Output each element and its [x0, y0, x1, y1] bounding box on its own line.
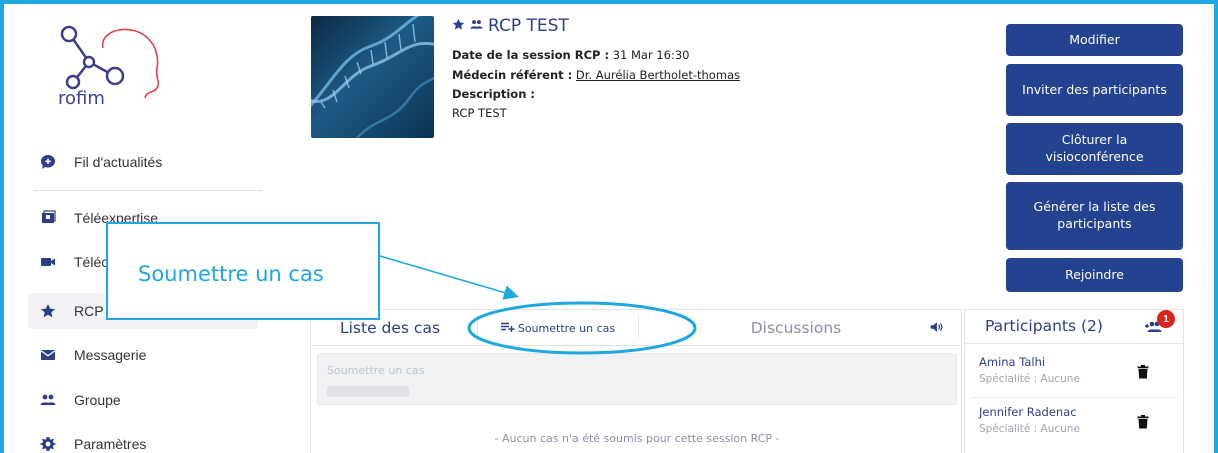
- notification-badge: 1: [1157, 310, 1175, 328]
- list-plus-icon: [500, 321, 515, 335]
- chat-plus-icon: [40, 154, 56, 170]
- participants-title: Participants (2): [985, 317, 1103, 335]
- sidebar-item-label: Paramètres: [74, 436, 147, 452]
- sidebar-item-label: Fil d'actualités: [74, 154, 163, 170]
- submit-case-placeholder: Soumettre un cas: [327, 364, 425, 377]
- trash-icon[interactable]: [1137, 365, 1149, 379]
- session-date-value: 31 Mar 16:30: [612, 48, 690, 62]
- participant-divider: [971, 397, 1179, 398]
- participants-panel: Participants (2) 1 Amina Talhi Spécialit…: [964, 309, 1184, 453]
- tutorial-callout: Soumettre un cas: [106, 222, 380, 320]
- session-date: Date de la session RCP : 31 Mar 16:30: [452, 48, 690, 62]
- generate-participants-list-button[interactable]: Générer la liste des participants: [1006, 182, 1183, 250]
- placeholder-bar: [327, 386, 409, 397]
- sidebar-divider: [34, 190, 262, 191]
- star-icon: [40, 303, 56, 319]
- invite-participants-button[interactable]: Inviter des participants: [1006, 64, 1183, 116]
- submit-case-label: Soumettre un cas: [517, 321, 616, 335]
- tab-discussions[interactable]: Discussions: [691, 310, 901, 346]
- session-doctor-label: Médecin référent :: [452, 68, 573, 82]
- sidebar-item-messagerie[interactable]: Messagerie: [28, 337, 258, 373]
- close-visio-button[interactable]: Clôturer la visioconférence: [1006, 123, 1183, 175]
- empty-cases-message: - Aucun cas n'a été soumis pour cette se…: [494, 432, 780, 445]
- sidebar-item-feed[interactable]: Fil d'actualités: [28, 144, 258, 180]
- cases-panel: Liste des cas Soumettre un cas Discussio…: [310, 309, 962, 453]
- group-icon: [469, 18, 484, 35]
- session-title-row: RCP TEST: [452, 16, 569, 36]
- callout-arrow: [379, 255, 519, 300]
- participant-item: Jennifer Radenac Spécialité : Aucune: [979, 405, 1179, 449]
- participant-item: Amina Talhi Spécialité : Aucune: [979, 355, 1179, 399]
- session-description-label: Description :: [452, 87, 535, 101]
- participant-name: Jennifer Radenac: [979, 405, 1077, 419]
- sidebar-item-parametres[interactable]: Paramètres: [28, 426, 258, 453]
- session-description-value: RCP TEST: [452, 106, 507, 120]
- callout-text: Soumettre un cas: [138, 262, 324, 286]
- star-icon: [452, 18, 465, 35]
- session-thumbnail: [311, 16, 434, 138]
- gear-icon: [40, 436, 56, 452]
- trash-icon[interactable]: [1137, 415, 1149, 429]
- sidebar-item-label: RCP: [74, 303, 104, 319]
- participant-specialty: Spécialité : Aucune: [979, 423, 1080, 435]
- participants-header: Participants (2) 1: [965, 310, 1183, 344]
- modify-button[interactable]: Modifier: [1006, 24, 1183, 56]
- book-icon: [40, 210, 56, 226]
- session-date-label: Date de la session RCP :: [452, 48, 610, 62]
- sidebar-item-groupe[interactable]: Groupe: [28, 382, 258, 418]
- doctor-link[interactable]: Dr. Aurélia Bertholet-thomas: [576, 68, 740, 82]
- cases-tabs: Liste des cas Soumettre un cas Discussio…: [311, 310, 961, 346]
- participant-specialty: Spécialité : Aucune: [979, 373, 1080, 385]
- envelope-icon: [40, 347, 56, 363]
- sidebar-item-label: Messagerie: [74, 347, 147, 363]
- sidebar-item-label: Téléc: [74, 254, 109, 270]
- session-doctor: Médecin référent : Dr. Aurélia Bertholet…: [452, 68, 740, 82]
- session-title: RCP TEST: [488, 16, 569, 36]
- participant-name: Amina Talhi: [979, 355, 1046, 369]
- submit-case-tab[interactable]: Soumettre un cas: [477, 316, 639, 340]
- video-camera-icon: [40, 254, 56, 270]
- group-icon: [40, 392, 56, 408]
- sidebar-item-label: Groupe: [74, 392, 121, 408]
- join-button[interactable]: Rejoindre: [1006, 258, 1183, 292]
- speaker-icon[interactable]: [929, 320, 945, 336]
- submit-case-box[interactable]: Soumettre un cas: [317, 353, 957, 405]
- logo-text: rofim: [58, 88, 105, 109]
